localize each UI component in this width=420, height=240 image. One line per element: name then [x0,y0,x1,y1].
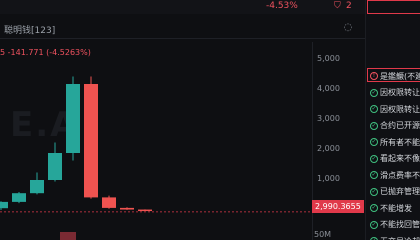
volume-bar [60,232,76,240]
checklist-item-label: 滑点费率不 [380,170,420,180]
candle-body[interactable] [102,197,116,208]
current-price-tag: 2,990.3655 [312,200,364,213]
y-tick-label: 2,000 [317,144,340,153]
checklist-item[interactable]: ✓ 合约已开源 [370,120,420,132]
check-icon: ✓ [370,88,378,97]
check-icon: ✓ [370,187,378,196]
checklist-item[interactable]: ✓ 不能增发 [370,202,412,214]
checklist-item-label: 看起来不像 [380,154,420,163]
checklist-item-label: 因权限转让 [380,104,420,114]
checklist-item-label: 所有者不能 [380,137,420,147]
indicator-change: 5 -141.771 (-4.5263%) [0,48,91,57]
y-tick-label: 3,000 [317,114,340,123]
checklist-item-label: 无交易冷却 [380,236,420,240]
checklist-item[interactable]: ✓无交易冷却 [370,235,420,240]
indicator-label[interactable]: 聪明钱[123] [4,23,55,36]
candle-body[interactable] [12,193,26,202]
panel-header-highlight [367,0,420,14]
candle-body[interactable] [48,153,62,180]
checklist-item[interactable]: ✓ 看起来不像 [370,153,420,165]
checklist-item[interactable]: ✓ 所有者不能 [370,136,420,148]
checklist-item[interactable]: ✓ 已抛弃管理 [370,186,420,198]
candle-body[interactable] [0,201,8,209]
check-icon: ✓ [370,121,378,130]
checklist-item[interactable]: ✓ 因权限转让 [370,103,420,115]
alert-count: 2 [346,1,352,11]
top-bar [0,0,365,14]
checklist-item-label: 合约已开源 [380,121,420,130]
check-icon: ✓ [370,204,378,212]
check-icon: ✓ [370,220,378,229]
check-icon: ✓ [370,138,378,146]
price-change-percent: -4.53% [266,1,298,11]
y-tick-label: 5,000 [317,54,340,63]
shield-icon[interactable]: ⛉ [334,1,341,11]
candle-body[interactable] [138,209,152,212]
check-icon: ✓ [370,154,378,163]
check-icon: ✓ [370,105,378,113]
candle-body[interactable] [120,207,134,210]
divider [0,38,365,39]
bell-icon[interactable]: ◌ [342,22,354,34]
checklist-item-label: 不能增发 [380,203,412,213]
checklist-item[interactable]: ✓ 滑点费率不 [370,169,420,181]
candle-body[interactable] [66,84,80,153]
y-tick-label: 4,000 [317,84,340,93]
checklist-item[interactable]: ✓ 因权限转让 [370,87,420,99]
checklist-item[interactable]: ✓ 不能找回管 [370,219,420,231]
checklist-item-label: 不能找回管 [380,220,420,229]
checklist-item-label: 已抛弃管理 [380,187,420,196]
candlestick-chart[interactable] [0,42,312,240]
checklist-item-label: 因权限转让 [380,88,420,97]
selected-item-highlight [367,68,420,82]
volume-axis-label: 50M [314,230,332,239]
candle-body[interactable] [84,84,98,198]
security-checklist-panel: ! 是鑑鱖(不建 ✓ 因权限转让 ✓ 因权限转让 ✓ 合约已开源 ✓ 所有者不能 ✓ 看起来不像 ✓ 滑点… [365,0,420,240]
check-icon: ✓ [370,171,378,179]
y-tick-label: 1,000 [317,174,340,183]
candle-body[interactable] [30,180,44,194]
